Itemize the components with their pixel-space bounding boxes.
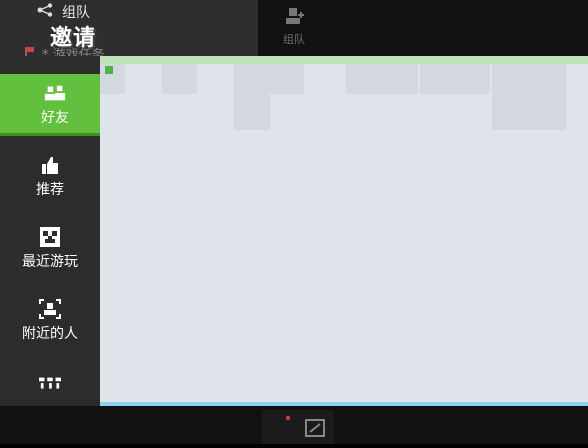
background-team-link-label: 组队 — [62, 5, 90, 21]
tab-recommended-label: 推荐 — [36, 182, 64, 198]
screen-toggle-icon — [286, 416, 325, 437]
team-add-icon — [283, 6, 305, 31]
tab-recently-played[interactable]: 最近游玩 — [0, 218, 100, 280]
share-icon — [36, 3, 56, 21]
tab-friends-label: 好友 — [41, 110, 69, 126]
nearby-people-icon — [39, 299, 61, 319]
invite-dialog: 好友 推荐 最近游玩 附近的人 邀请 — [0, 26, 588, 406]
background-bottom-button[interactable] — [262, 410, 334, 444]
background-team-button[interactable]: 组队 — [266, 4, 322, 48]
thumbs-up-icon — [39, 155, 61, 175]
tab-nearby-people[interactable]: 附近的人 — [0, 290, 100, 352]
panel-top-border — [100, 56, 588, 64]
tab-recommended[interactable]: 推荐 — [0, 146, 100, 208]
tab-more[interactable] — [0, 362, 100, 406]
panel-bottom-border — [100, 402, 588, 406]
tab-friends[interactable]: 好友 — [0, 74, 110, 136]
background-team-button-label: 组队 — [283, 32, 305, 46]
creeper-face-icon — [39, 227, 61, 247]
invite-sidebar: 好友 推荐 最近游玩 附近的人 — [0, 56, 110, 406]
tab-nearby-people-label: 附近的人 — [22, 326, 78, 342]
dialog-title: 邀请 — [50, 26, 97, 51]
panel-corner-marker — [105, 66, 113, 74]
friends-list-panel — [100, 56, 588, 406]
friends-icon — [44, 83, 66, 103]
more-icon — [39, 374, 61, 394]
background-team-link[interactable]: 组队 — [36, 2, 90, 22]
panel-pattern — [100, 64, 588, 134]
tab-recently-played-label: 最近游玩 — [22, 254, 78, 270]
